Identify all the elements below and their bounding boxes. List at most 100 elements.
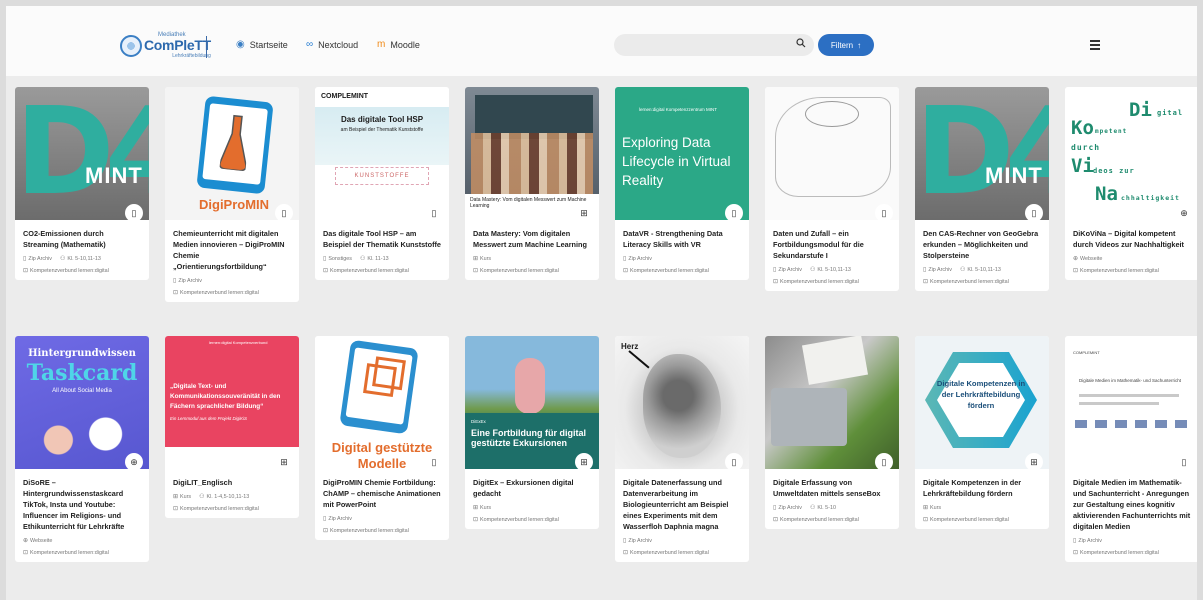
card-thumbnail: Data Mastery: Vom digitalen Messwert zum… <box>465 87 599 220</box>
thumb-title: Eine Fortbildung für digital gestützte E… <box>471 428 586 448</box>
card-thumbnail: DiExEx Eine Fortbildung für digital gest… <box>465 336 599 469</box>
thumb-subtitle: Ein Lernmodul aus dem Projekt DigiKiS <box>170 416 247 421</box>
resource-card[interactable]: Di gital Ko mpetent durch Vi deos zur Na… <box>1065 87 1197 280</box>
nav-moodle-label: Moodle <box>390 39 420 50</box>
course-icon: ⊞ <box>923 505 929 511</box>
d4-logo-text: D4 <box>915 87 1049 220</box>
card-title[interactable]: Digitale Medien im Mathematik- und Sachu… <box>1073 477 1191 532</box>
card-title[interactable]: Den CAS-Rechner von GeoGebra erkunden – … <box>923 228 1041 261</box>
zip-file-icon: ▯ <box>275 204 293 220</box>
resource-card[interactable]: DigiProMIN ▯ Chemieunterricht mit digita… <box>165 87 299 302</box>
card-type: Zip Archiv <box>178 278 202 284</box>
resource-card[interactable]: lernen:digital Kompetenzzentrum MINT Exp… <box>615 87 749 280</box>
thumb-label: DiExEx <box>471 419 486 424</box>
book-icon: ⊞ <box>275 453 293 469</box>
card-thumbnail: lernen:digital Kompetenzverbund „Digital… <box>165 336 299 469</box>
card-grade: Kl. 1-4,5-10,11-13 <box>206 494 250 500</box>
thumb-title: Exploring Data Lifecycle in Virtual Real… <box>622 135 731 188</box>
card-type: Kurs <box>480 505 492 511</box>
mediathek-logo[interactable]: Mediathek ComPleTT Lehrkräftebildung <box>120 32 211 59</box>
card-title[interactable]: Das digitale Tool HSP – am Beispiel der … <box>323 228 441 250</box>
d4-logo-text: D4 <box>15 87 149 220</box>
file-icon: ▯ <box>773 267 777 273</box>
card-title[interactable]: Digitale Erfassung von Umweltdaten mitte… <box>773 477 891 499</box>
resource-card[interactable]: COMPLEMINT Digitale Medien im Mathematik… <box>1065 336 1197 562</box>
card-title[interactable]: Digitale Datenerfassung und Datenverarbe… <box>623 477 741 532</box>
resource-card[interactable]: Herz ▯ Digitale Datenerfassung und Daten… <box>615 336 749 562</box>
logo-sub: Lehrkräftebildung <box>172 53 211 59</box>
source-icon: ⊡ <box>773 517 779 523</box>
card-title[interactable]: DiKoViNa – Digital kompetent durch Video… <box>1073 228 1191 250</box>
resource-card[interactable]: lernen:digital Kompetenzverbund „Digital… <box>165 336 299 518</box>
card-title[interactable]: Daten und Zufall – ein Fortbildungsmodul… <box>773 228 891 261</box>
card-title[interactable]: Data Mastery: Vom digitalen Messwert zum… <box>473 228 591 250</box>
resource-card[interactable]: DiExEx Eine Fortbildung für digital gest… <box>465 336 599 529</box>
zip-file-icon: ▯ <box>125 204 143 220</box>
hamburger-menu-icon[interactable] <box>1088 38 1102 52</box>
resource-card[interactable]: ▯ Digitale Erfassung von Umweltdaten mit… <box>765 336 899 529</box>
card-type: Webseite <box>1080 256 1103 262</box>
zip-file-icon: ▯ <box>425 453 443 469</box>
card-grade: Kl. 5-10,11-13 <box>67 256 101 262</box>
card-type: Sonstiges <box>328 256 352 262</box>
digipromin-logo-text: DigiProMIN <box>199 197 270 212</box>
globe-icon: ⊕ <box>1175 204 1193 220</box>
thumb-label: lernen:digital Kompetenzzentrum MINT <box>639 107 718 112</box>
card-source: Kompetenzverbund lernen:digital <box>180 506 259 512</box>
nav-startseite[interactable]: ◉ Startseite <box>236 39 288 50</box>
resource-card[interactable]: Data Mastery: Vom digitalen Messwert zum… <box>465 87 599 280</box>
course-icon: ⊞ <box>173 494 179 500</box>
card-type: Webseite <box>30 538 53 544</box>
resource-card[interactable]: D4 MINT ▯ CO2-Emissionen durch Streaming… <box>15 87 149 280</box>
zip-file-icon: ▯ <box>725 204 743 220</box>
source-icon: ⊡ <box>473 268 479 274</box>
nav-nextcloud[interactable]: ∞ Nextcloud <box>306 39 358 50</box>
complemint-logo-text: COMPLEMINT <box>1073 350 1100 355</box>
card-title[interactable]: DigitEx – Exkursionen digital gedacht <box>473 477 591 499</box>
source-icon: ⊡ <box>923 279 929 285</box>
filter-button[interactable]: Filtern ↑ <box>818 34 874 56</box>
card-title[interactable]: DiSoRE – Hintergrundwissenstaskcard TikT… <box>23 477 141 532</box>
book-icon: ⊞ <box>1025 453 1043 469</box>
card-type: Kurs <box>930 505 942 511</box>
complemint-logo-text: COMPLEMINT <box>321 93 369 100</box>
card-title[interactable]: DigiLIT_Englisch <box>173 477 291 488</box>
mint-logo-text: MINT <box>85 163 143 188</box>
zip-file-icon: ▯ <box>425 204 443 220</box>
card-source: Kompetenzverbund lernen:digital <box>1080 268 1159 274</box>
card-title[interactable]: CO2-Emissionen durch Streaming (Mathemat… <box>23 228 141 250</box>
thumb-title: „Digitale Text- und Kommunikationssouver… <box>170 383 281 410</box>
resource-card[interactable]: Digitale Kompetenzen in der Lehrkräftebi… <box>915 336 1049 529</box>
resource-card[interactable]: Hintergrundwissen Taskcard All About Soc… <box>15 336 149 562</box>
card-thumbnail: ▯ <box>765 87 899 220</box>
card-thumbnail: COMPLEMINT Digitale Medien im Mathematik… <box>1065 336 1197 469</box>
nav-moodle[interactable]: m Moodle <box>377 39 420 50</box>
source-icon: ⊡ <box>1073 550 1079 556</box>
resource-card[interactable]: D4 MINT ▯ Den CAS-Rechner von GeoGebra e… <box>915 87 1049 291</box>
card-title[interactable]: Chemieunterricht mit digitalen Medien in… <box>173 228 291 272</box>
people-icon: ⚇ <box>809 505 816 511</box>
card-title[interactable]: DigiProMIN Chemie Fortbildung: ChAMP – c… <box>323 477 441 510</box>
search-icon[interactable] <box>796 38 806 48</box>
card-type: Zip Archiv <box>778 267 802 273</box>
thumb-title: Taskcard <box>26 360 138 386</box>
resource-card[interactable]: Digital gestützte Modelle ▯ DigiProMIN C… <box>315 336 449 540</box>
globe-icon: ⊕ <box>1073 256 1079 262</box>
search-input[interactable] <box>614 34 814 56</box>
zip-file-icon: ▯ <box>875 453 893 469</box>
book-icon: ⊞ <box>575 453 593 469</box>
resource-card[interactable]: ▯ Daten und Zufall – ein Fortbildungsmod… <box>765 87 899 291</box>
dk-text: Di <box>1129 99 1152 121</box>
thumb-subtitle: am Beispiel der Thematik Kunststoffe <box>340 127 424 133</box>
card-source: Kompetenzverbund lernen:digital <box>480 517 559 523</box>
resource-card[interactable]: COMPLEMINT Das digitale Tool HSP am Beis… <box>315 87 449 280</box>
card-title[interactable]: Digitale Kompetenzen in der Lehrkräftebi… <box>923 477 1041 499</box>
card-type: Kurs <box>480 256 492 262</box>
globe-icon: ⊕ <box>23 538 29 544</box>
card-title[interactable]: DataVR - Strengthening Data Literacy Ski… <box>623 228 741 250</box>
file-icon: ▯ <box>23 256 27 262</box>
arrow-icon <box>628 350 650 369</box>
dk-text: durch <box>1071 143 1101 152</box>
source-icon: ⊡ <box>473 517 479 523</box>
card-thumbnail: D4 MINT ▯ <box>915 87 1049 220</box>
